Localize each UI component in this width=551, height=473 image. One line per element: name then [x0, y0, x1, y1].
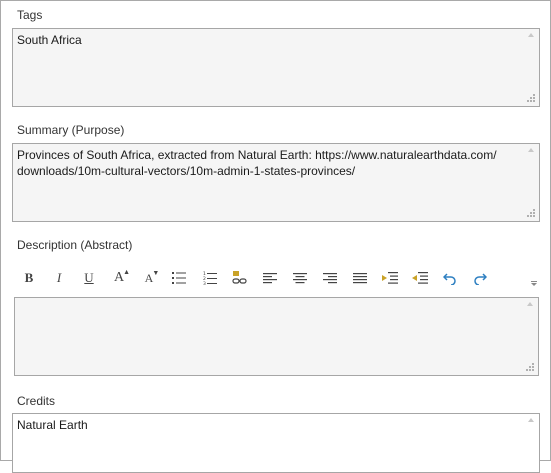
- bulleted-list-button[interactable]: [168, 269, 190, 287]
- align-left-button[interactable]: [259, 269, 281, 287]
- underline-button[interactable]: U: [78, 269, 100, 287]
- align-center-button[interactable]: [289, 269, 311, 287]
- align-right-button[interactable]: [319, 269, 341, 287]
- justify-icon: [353, 272, 367, 283]
- scroll-up-arrow-icon[interactable]: [528, 148, 534, 152]
- align-center-icon: [293, 272, 307, 283]
- italic-button[interactable]: I: [48, 269, 70, 287]
- increase-font-size-button[interactable]: A ▲: [108, 268, 131, 287]
- align-left-icon: [263, 272, 277, 283]
- credits-value[interactable]: Natural Earth: [17, 417, 519, 433]
- bold-button[interactable]: B: [18, 269, 40, 287]
- scroll-up-arrow-icon[interactable]: [527, 302, 533, 306]
- metadata-editor-panel: { "tags": { "label": "Tags", "value": "S…: [0, 0, 551, 473]
- decrease-indent-button[interactable]: [409, 269, 431, 287]
- summary-value[interactable]: Provinces of South Africa, extracted fro…: [17, 147, 519, 179]
- summary-field[interactable]: Provinces of South Africa, extracted fro…: [12, 143, 540, 222]
- undo-icon: [443, 272, 456, 285]
- underline-icon: U: [84, 270, 94, 285]
- numbered-list-icon: 1 2 3: [203, 271, 217, 285]
- increase-indent-icon: [382, 272, 398, 284]
- justify-button[interactable]: [349, 269, 371, 287]
- hyperlink-icon: [232, 271, 247, 284]
- decrease-indent-icon: [412, 272, 428, 284]
- bold-icon: B: [24, 270, 34, 285]
- svg-text:3: 3: [203, 281, 206, 285]
- increase-font-icon: A ▲: [113, 268, 131, 285]
- tags-value[interactable]: South Africa: [17, 32, 519, 48]
- redo-button[interactable]: [469, 269, 491, 287]
- italic-icon: I: [56, 270, 62, 285]
- resize-grip-icon[interactable]: [527, 209, 536, 218]
- tags-label: Tags: [17, 8, 43, 22]
- scroll-up-arrow-icon[interactable]: [528, 33, 534, 37]
- insert-hyperlink-button[interactable]: [229, 269, 251, 287]
- summary-label: Summary (Purpose): [17, 123, 125, 137]
- credits-label: Credits: [17, 394, 56, 408]
- description-label: Description (Abstract): [17, 238, 133, 252]
- resize-grip-icon[interactable]: [526, 363, 535, 372]
- decrease-font-icon: A ▼: [144, 268, 160, 285]
- toolbar-overflow-icon[interactable]: [530, 281, 538, 287]
- credits-field[interactable]: Natural Earth: [12, 413, 540, 473]
- decrease-font-size-button[interactable]: A ▼: [138, 269, 160, 287]
- rich-text-toolbar: B I U A ▲ A ▼ 1 2 3: [12, 263, 540, 293]
- numbered-list-button[interactable]: 1 2 3: [199, 269, 221, 287]
- scroll-up-arrow-icon[interactable]: [528, 418, 534, 422]
- redo-icon: [474, 272, 487, 285]
- resize-grip-icon[interactable]: [527, 94, 536, 103]
- description-editor[interactable]: [14, 297, 539, 376]
- undo-button[interactable]: [439, 269, 461, 287]
- bulleted-list-icon: [172, 272, 186, 284]
- tags-field[interactable]: South Africa: [12, 28, 540, 107]
- increase-indent-button[interactable]: [379, 269, 401, 287]
- align-right-icon: [323, 272, 337, 283]
